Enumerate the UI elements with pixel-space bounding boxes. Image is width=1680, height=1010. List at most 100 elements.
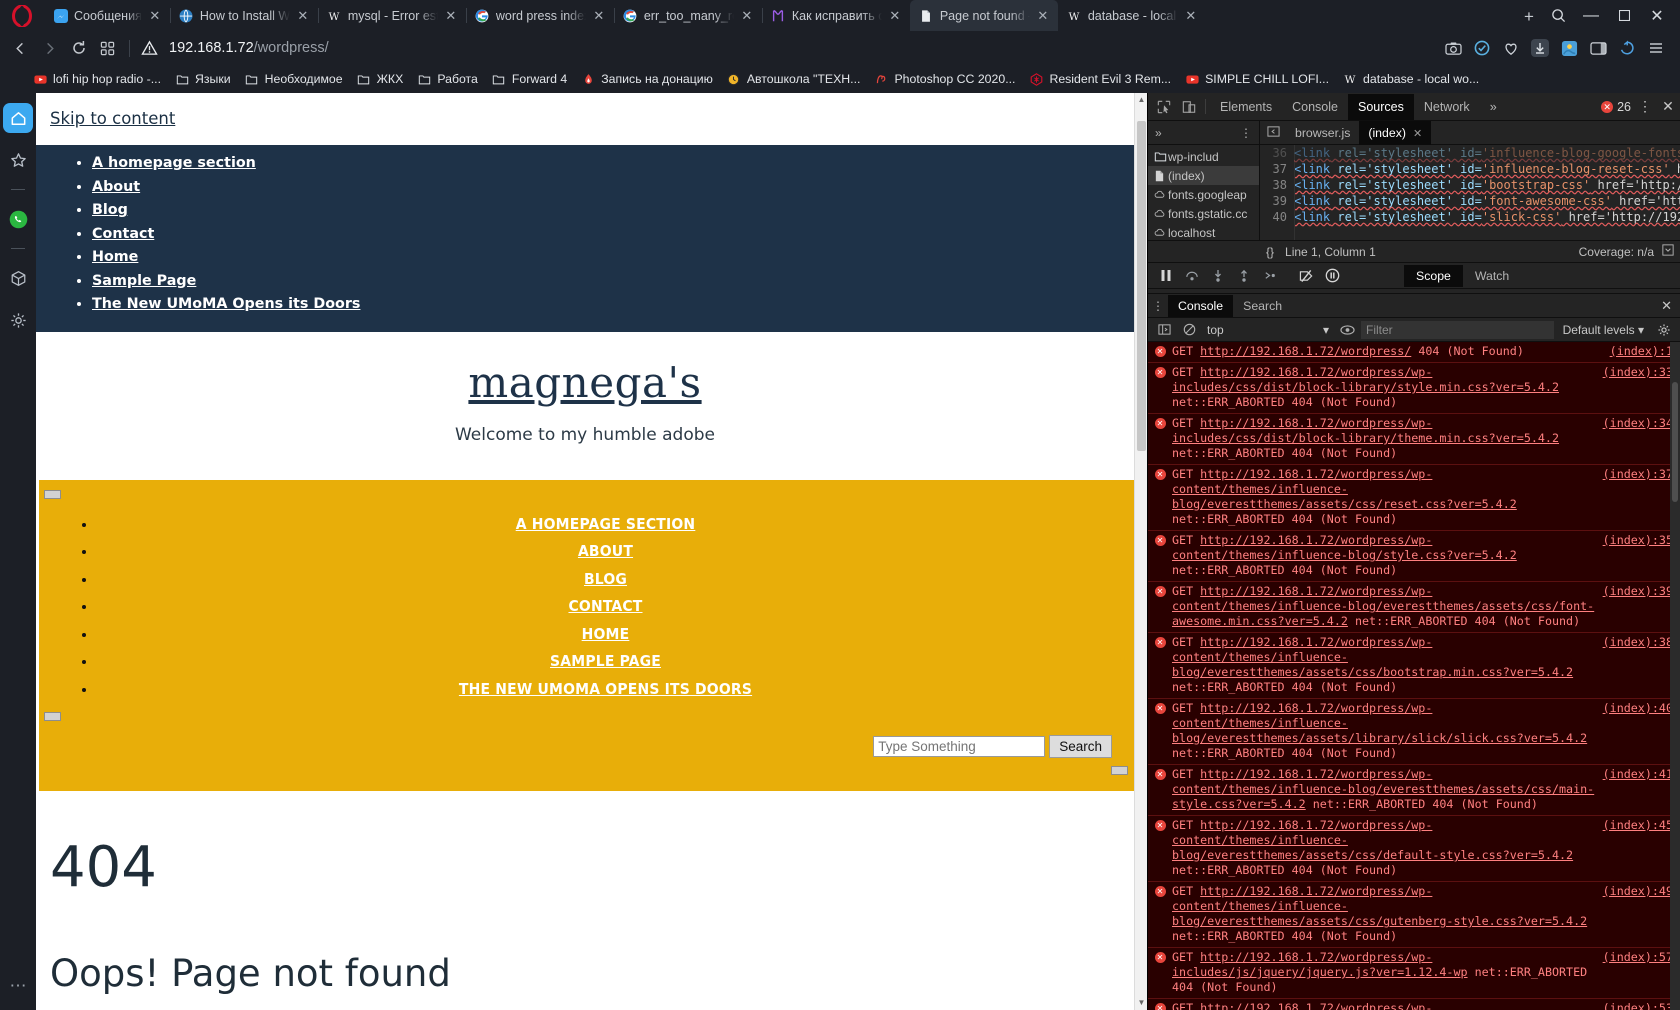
- site-title-link[interactable]: magnega's: [468, 358, 701, 407]
- scope-tab[interactable]: Scope: [1404, 264, 1463, 287]
- page-scroll-thumb[interactable]: [1137, 121, 1146, 451]
- drawer-tab[interactable]: Console: [1168, 294, 1234, 317]
- console-message[interactable]: ✕GET http://192.168.1.72/wordpress/wp-co…: [1148, 465, 1680, 531]
- step-icon[interactable]: [1258, 264, 1282, 288]
- pause-icon[interactable]: [1154, 264, 1178, 288]
- browser-tab[interactable]: Wdatabase - local wordp ✕: [1058, 0, 1206, 31]
- scroll-up-arrow[interactable]: ▲: [1135, 93, 1147, 107]
- opera-logo-icon[interactable]: [0, 0, 44, 31]
- bookmark-item[interactable]: Запись на донацию: [574, 68, 720, 90]
- browser-tab[interactable]: err_too_many_redirects ✕: [614, 0, 763, 31]
- close-window-button[interactable]: ✕: [1642, 2, 1672, 30]
- browser-tab[interactable]: Wmysql - Error establishi ✕: [318, 0, 467, 31]
- source-file-tab[interactable]: browser.js: [1286, 121, 1359, 145]
- devtools-tab-console[interactable]: Console: [1282, 94, 1348, 120]
- nav-link[interactable]: Sample Page: [92, 273, 196, 289]
- browser-tab[interactable]: Как исправить ошибк ✕: [762, 0, 910, 31]
- bookmark-item[interactable]: Работа: [410, 68, 485, 90]
- camera-icon[interactable]: [1439, 34, 1467, 62]
- yellow-nav-link[interactable]: BLOG: [77, 570, 1134, 588]
- bookmark-item[interactable]: ЖКХ: [350, 68, 411, 90]
- clear-console-icon[interactable]: [1178, 320, 1200, 340]
- search-input[interactable]: [873, 735, 1046, 757]
- device-toolbar-icon[interactable]: [1176, 94, 1201, 120]
- bookmark-item[interactable]: SIMPLE CHILL LOFI...: [1178, 68, 1336, 90]
- scroll-down-arrow[interactable]: ▼: [1135, 996, 1147, 1010]
- yellow-nav-link[interactable]: SAMPLE PAGE: [77, 652, 1134, 670]
- file-tree-node[interactable]: localhost: [1148, 223, 1259, 240]
- drawer-close-button[interactable]: ✕: [1661, 298, 1680, 314]
- console-message-source[interactable]: (index):49: [1599, 884, 1680, 944]
- nav-more-button[interactable]: ⋮: [1240, 126, 1259, 140]
- file-tree-node[interactable]: fonts.googleap: [1148, 185, 1259, 204]
- eye-icon[interactable]: [1336, 320, 1358, 340]
- console-message[interactable]: ✕ GET http://192.168.1.72/wordpress/wp-in…: [1148, 363, 1680, 414]
- sidebar-item-favorites[interactable]: [3, 145, 33, 175]
- bookmark-item[interactable]: Автошкола "ТЕХН...: [720, 68, 868, 90]
- nav-link[interactable]: A homepage section: [92, 155, 256, 171]
- search-button[interactable]: Search: [1049, 734, 1112, 758]
- devtools-overflow-button[interactable]: »: [1480, 94, 1507, 120]
- tab-close-button[interactable]: ✕: [738, 8, 756, 24]
- console-message-source[interactable]: (index):37: [1599, 467, 1680, 527]
- tab-close-button[interactable]: ✕: [1182, 8, 1200, 24]
- minimize-button[interactable]: —: [1576, 2, 1606, 30]
- bookmark-item[interactable]: Resident Evil 3 Rem...: [1022, 68, 1178, 90]
- console-message[interactable]: ✕GET http://192.168.1.72/wordpress/wp-co…: [1148, 816, 1680, 882]
- devtools-tab-elements[interactable]: Elements: [1210, 94, 1282, 120]
- yellow-nav-link[interactable]: THE NEW UMOMA OPENS ITS DOORS: [77, 680, 1134, 698]
- nav-link[interactable]: Home: [92, 249, 138, 265]
- maximize-button[interactable]: [1609, 2, 1639, 30]
- console-message[interactable]: ✕GET http://192.168.1.72/wordpress/wp-co…: [1148, 765, 1680, 816]
- yellow-nav-link[interactable]: A HOMEPAGE SECTION: [77, 515, 1134, 533]
- yellow-nav-link[interactable]: ABOUT: [77, 542, 1134, 560]
- console-message[interactable]: ✕ GET http://192.168.1.72/wordpress/ 404 …: [1148, 342, 1680, 363]
- browser-tab[interactable]: Page not found – magn ✕: [909, 0, 1058, 31]
- source-file-tab[interactable]: (index) ✕: [1359, 120, 1432, 145]
- file-tree-node[interactable]: fonts.gstatic.cc: [1148, 204, 1259, 223]
- console-context-select[interactable]: top ▾: [1203, 323, 1333, 337]
- step-over-icon[interactable]: [1180, 264, 1204, 288]
- console-message[interactable]: ✕GET http://192.168.1.72/wordpress/wp-co…: [1148, 882, 1680, 948]
- address-bar[interactable]: 192.168.1.72/wordpress/: [137, 40, 1439, 56]
- pause-on-exceptions-icon[interactable]: [1320, 264, 1344, 288]
- bookmark-item[interactable]: Forward 4: [485, 68, 574, 90]
- tab-close-button[interactable]: ✕: [294, 8, 312, 24]
- forward-button[interactable]: [35, 34, 64, 62]
- file-tree-node[interactable]: wp-includ: [1148, 147, 1259, 166]
- sidebar-item-settings[interactable]: [3, 305, 33, 335]
- console-message[interactable]: ✕GET http://192.168.1.72/wordpress/wp-co…: [1148, 699, 1680, 765]
- console-message-source[interactable]: (index):35: [1599, 533, 1680, 578]
- console-levels-select[interactable]: Default levels ▾: [1557, 323, 1650, 337]
- yellow-nav-link[interactable]: CONTACT: [77, 597, 1134, 615]
- console-message-source[interactable]: (index):33: [1599, 365, 1680, 410]
- console-message-source[interactable]: (index):40: [1599, 701, 1680, 761]
- console-message[interactable]: ✕GET http://192.168.1.72/wordpress/wp-co…: [1148, 531, 1680, 582]
- console-message[interactable]: ✕ GET http://192.168.1.72/wordpress/wp-in…: [1148, 414, 1680, 465]
- page-scrollbar[interactable]: ▲ ▼: [1134, 93, 1147, 1010]
- file-tab-close[interactable]: ✕: [1413, 128, 1422, 140]
- console-filter-input[interactable]: Filter: [1361, 320, 1554, 339]
- console-message-source[interactable]: (index):57: [1599, 950, 1680, 995]
- bookmark-item[interactable]: Необходимое: [238, 68, 350, 90]
- new-tab-button[interactable]: +: [1515, 3, 1543, 31]
- sync-icon[interactable]: [1613, 34, 1641, 62]
- show-navigator-icon[interactable]: [1260, 125, 1286, 141]
- console-scrollbar[interactable]: [1670, 342, 1680, 1010]
- devtools-close-button[interactable]: ✕: [1656, 98, 1680, 115]
- menu-toggle-box-end[interactable]: [1111, 765, 1128, 775]
- step-out-icon[interactable]: [1232, 264, 1256, 288]
- console-message-source[interactable]: (index):39: [1599, 584, 1680, 629]
- heart-icon[interactable]: [1497, 34, 1525, 62]
- sidebar-toggle-icon[interactable]: [1584, 34, 1612, 62]
- console-sidebar-icon[interactable]: [1153, 320, 1175, 340]
- error-counter[interactable]: ✕ 26: [1601, 100, 1634, 114]
- browser-tab[interactable]: How to Install WordPre ✕: [170, 0, 319, 31]
- tab-search-icon[interactable]: [1543, 2, 1573, 30]
- sidebar-item-workspaces[interactable]: [3, 263, 33, 293]
- bookmark-item[interactable]: lofi hip hop radio -...: [26, 68, 168, 90]
- sidebar-item-whatsapp[interactable]: [3, 204, 33, 234]
- pretty-print-icon[interactable]: {}: [1266, 245, 1274, 259]
- menu-toggle-box-top[interactable]: [44, 489, 61, 499]
- code-editor[interactable]: 36 <link rel='stylesheet' id='influence-b…: [1260, 145, 1680, 240]
